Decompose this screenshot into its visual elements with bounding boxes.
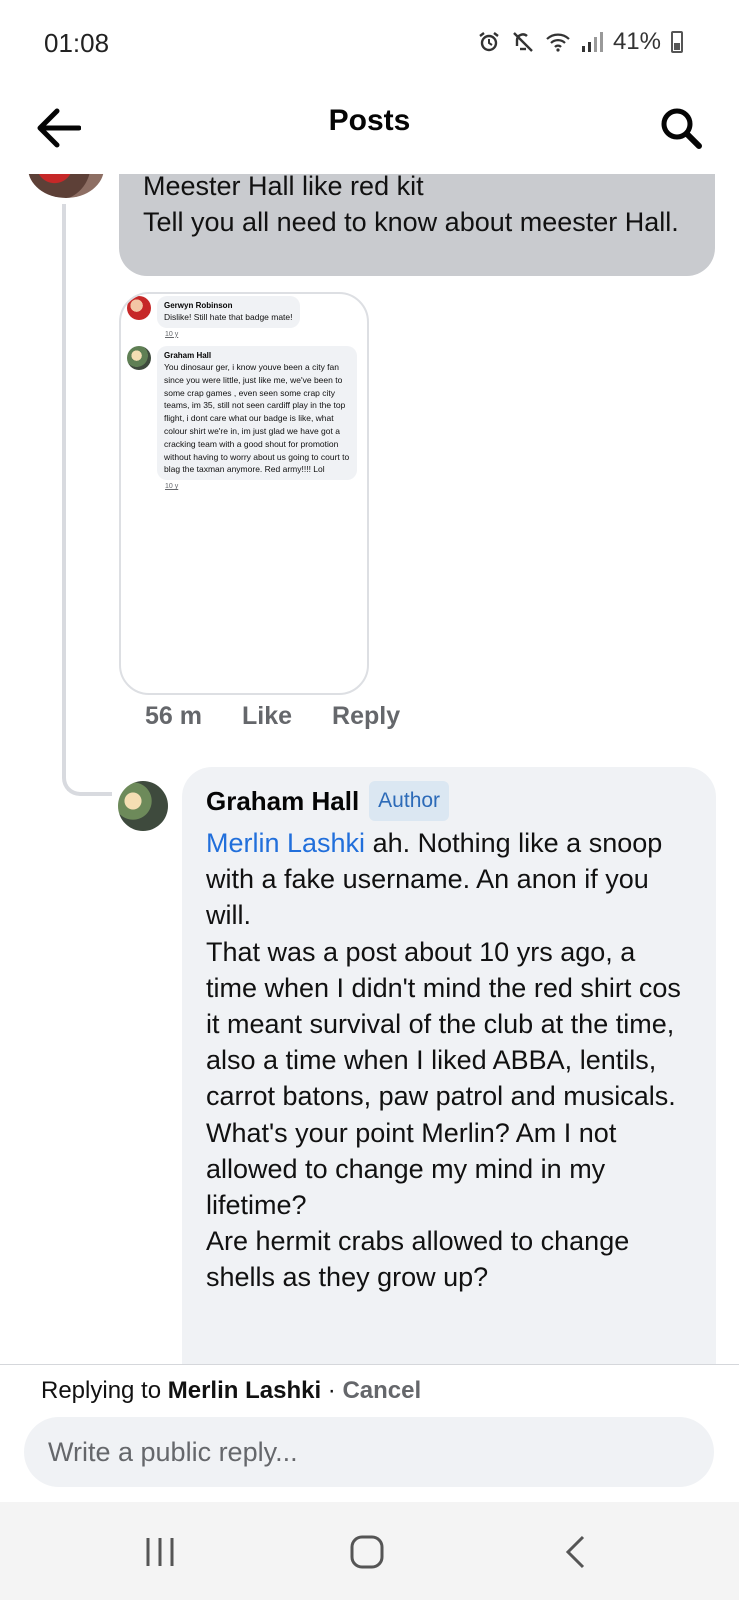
reply-bubble[interactable]: Graham Hall Author Merlin Lashki ah. Not…	[182, 767, 716, 1364]
avatar[interactable]	[28, 174, 104, 198]
avatar[interactable]	[118, 781, 168, 831]
recents-button[interactable]	[130, 1524, 190, 1580]
comment-actions: 56 m Like Reply	[145, 702, 400, 731]
separator: ·	[321, 1377, 343, 1404]
reply-composer: Replying to Merlin Lashki · Cancel	[0, 1364, 739, 1502]
search-button[interactable]	[653, 98, 709, 158]
attached-comment-time: 10 y	[165, 330, 179, 338]
reply-header: Graham Hall Author	[206, 781, 692, 821]
comment-bubble[interactable]: Meester Hall like red kit Tell you all n…	[119, 174, 715, 276]
replying-prefix: Replying to	[41, 1377, 168, 1404]
system-navigation-bar	[0, 1502, 739, 1600]
status-bar: 01:08 41%	[0, 0, 739, 86]
battery-icon	[671, 31, 683, 53]
comment-text: Meester Hall like red kit Tell you all n…	[143, 174, 679, 238]
page-title: Posts	[328, 104, 411, 137]
cancel-reply-button[interactable]: Cancel	[342, 1377, 421, 1404]
attached-comment-text: You dinosaur ger, i know youve been a ci…	[164, 362, 350, 475]
comments-thread[interactable]: Meester Hall like red kit Tell you all n…	[0, 174, 739, 1364]
attached-comment-bubble: Graham Hall You dinosaur ger, i know you…	[157, 346, 357, 481]
chevron-left-icon	[565, 1535, 585, 1569]
reply-body: ah. Nothing like a snoop with a fake use…	[206, 828, 681, 1293]
mention-link[interactable]: Merlin Lashki	[206, 828, 365, 858]
avatar	[127, 346, 151, 370]
back-nav-button[interactable]	[545, 1524, 605, 1580]
signal-icon	[581, 32, 603, 52]
replying-to-banner: Replying to Merlin Lashki · Cancel	[41, 1377, 421, 1405]
status-time: 01:08	[44, 28, 110, 58]
attached-comment: Gerwyn Robinson Dislike! Still hate that…	[127, 296, 300, 338]
comment-timestamp: 56 m	[145, 702, 202, 730]
home-button[interactable]	[337, 1524, 397, 1580]
attached-comment-text: Dislike! Still hate that badge mate!	[164, 312, 293, 322]
replying-to-name: Merlin Lashki	[167, 1377, 322, 1404]
thread-connector-line	[62, 204, 112, 796]
attached-comment-author: Gerwyn Robinson	[164, 301, 233, 310]
attached-comment: Graham Hall You dinosaur ger, i know you…	[127, 346, 357, 490]
attached-comment-bubble: Gerwyn Robinson Dislike! Still hate that…	[157, 296, 300, 328]
attached-comment-author: Graham Hall	[164, 351, 212, 360]
battery-percent: 41%	[612, 28, 661, 55]
reply-button[interactable]: Reply	[332, 702, 400, 731]
status-icons: 41%	[477, 28, 683, 56]
author-badge: Author	[369, 781, 450, 821]
like-button[interactable]: Like	[242, 702, 292, 731]
alarm-icon	[479, 32, 499, 52]
attached-comment-time: 10 y	[165, 483, 179, 491]
wifi-icon	[546, 33, 570, 52]
home-icon	[350, 1535, 384, 1569]
recents-icon	[146, 1538, 174, 1566]
reply-input[interactable]	[24, 1417, 714, 1487]
avatar	[127, 296, 151, 320]
reply-author[interactable]: Graham Hall	[206, 786, 359, 817]
top-app-bar: Posts	[0, 86, 739, 174]
mute-icon	[513, 32, 533, 52]
comment-image-attachment[interactable]: Gerwyn Robinson Dislike! Still hate that…	[119, 292, 369, 695]
reply-text: Merlin Lashki ah. Nothing like a snoop w…	[206, 825, 692, 1296]
search-icon	[661, 108, 702, 149]
